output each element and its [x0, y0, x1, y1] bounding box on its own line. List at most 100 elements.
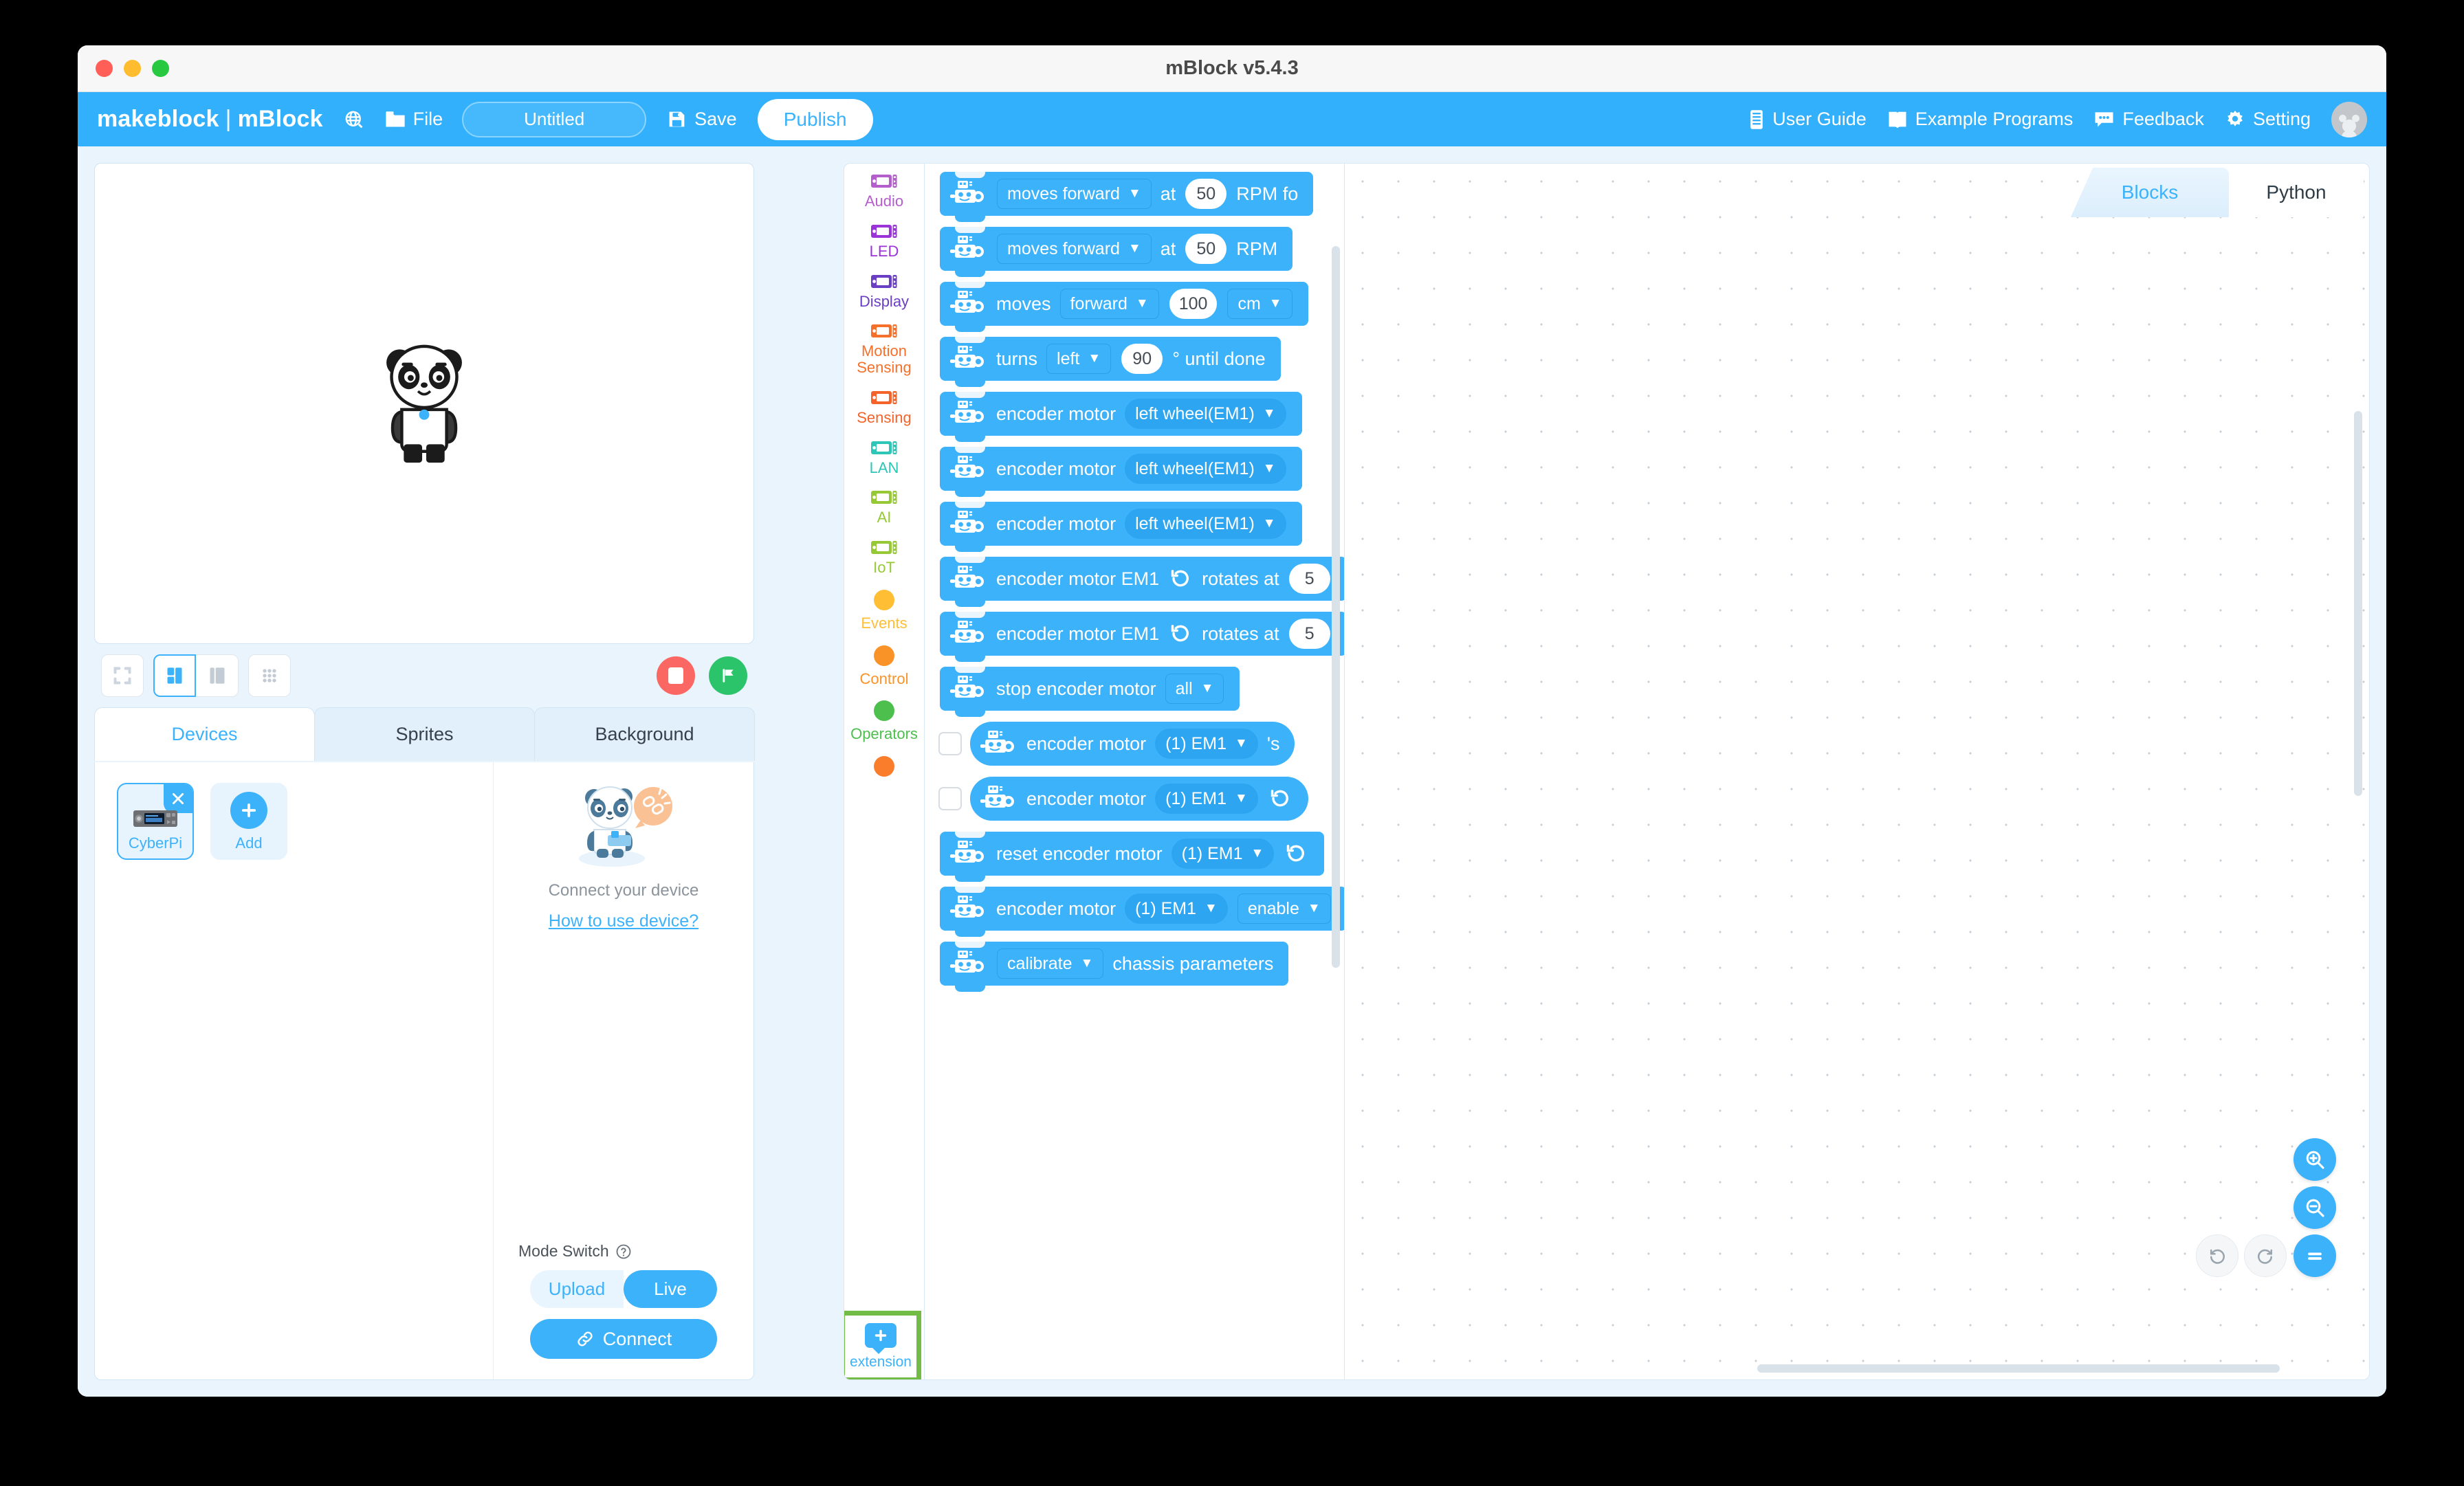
block-dropdown-field[interactable]: left wheel(EM1) ▼ — [1125, 399, 1286, 429]
tab-blocks[interactable]: Blocks — [2071, 168, 2229, 217]
mode-option-upload[interactable]: Upload — [530, 1270, 624, 1308]
blocks-palette[interactable]: moves forward ▼ at 50 RPM fo moves forward … — [925, 163, 1344, 1380]
block-number-input[interactable]: 50 — [1185, 234, 1227, 264]
publish-button[interactable]: Publish — [757, 98, 873, 140]
user-avatar[interactable] — [2331, 101, 2367, 137]
block-dropdown-field[interactable]: (1) EM1 ▼ — [1171, 839, 1275, 869]
category-item-display[interactable]: Display — [844, 264, 924, 314]
connect-button[interactable]: Connect — [530, 1319, 717, 1359]
redo-button[interactable] — [2244, 1234, 2287, 1277]
category-item-motion-sensing[interactable]: Motion Sensing — [844, 313, 924, 380]
category-item-control[interactable]: Control — [844, 636, 924, 691]
file-menu-button[interactable]: File — [385, 109, 443, 130]
large-stage-layout-button[interactable] — [196, 654, 239, 697]
block-dropdown-field[interactable]: enable ▼ — [1237, 894, 1331, 924]
block-10[interactable]: encoder motor (1) EM1 ▼ 's — [970, 722, 1295, 766]
block-dropdown-value: cm — [1238, 293, 1261, 313]
block-dropdown-field[interactable]: (1) EM1 ▼ — [1125, 894, 1228, 924]
close-window-button[interactable] — [96, 60, 113, 77]
block-dropdown-field[interactable]: moves forward ▼ — [997, 179, 1152, 209]
tab-python[interactable]: Python — [2229, 168, 2364, 217]
block-4[interactable]: encoder motor left wheel(EM1) ▼ — [940, 392, 1302, 442]
setting-button[interactable]: Setting — [2225, 109, 2311, 130]
block-number-input[interactable]: 100 — [1169, 289, 1218, 319]
zoom-reset-button[interactable] — [2294, 1234, 2336, 1277]
feedback-button[interactable]: Feedback — [2093, 109, 2204, 130]
category-item-operators[interactable]: Operators — [844, 691, 924, 746]
stop-button[interactable] — [657, 656, 695, 695]
example-programs-button[interactable]: Example Programs — [1887, 109, 2073, 130]
document-icon — [1748, 109, 1765, 130]
block-3[interactable]: turns left ▼ 90 ° until done — [940, 337, 1281, 387]
block-14[interactable]: calibrate ▼ chassis parameters — [940, 942, 1289, 992]
zoom-out-button[interactable] — [2294, 1186, 2336, 1229]
project-name-input[interactable] — [462, 101, 647, 137]
help-icon[interactable] — [615, 1243, 632, 1260]
workspace-scrollbar-vertical[interactable] — [2354, 411, 2362, 796]
category-item-events[interactable]: Events — [844, 580, 924, 636]
block-text: encoder motor — [996, 403, 1116, 424]
block-1[interactable]: moves forward ▼ at 50 RPM — [940, 227, 1293, 277]
language-globe-button[interactable] — [344, 109, 364, 130]
block-dropdown-field[interactable]: left ▼ — [1046, 344, 1112, 374]
undo-button[interactable] — [2196, 1234, 2238, 1277]
code-workspace[interactable]: Blocks Python — [1344, 163, 2370, 1380]
block-8[interactable]: encoder motor EM1 rotates at 5 — [940, 612, 1344, 662]
grid-layout-button[interactable] — [248, 654, 291, 697]
block-2[interactable]: moves forward ▼ 100 cm ▼ — [940, 282, 1308, 332]
category-item-lan[interactable]: LAN — [844, 430, 924, 480]
category-item-audio[interactable]: Audio — [844, 164, 924, 214]
block-13[interactable]: encoder motor (1) EM1 ▼ enable ▼ — [940, 887, 1344, 937]
block-dropdown-field[interactable]: forward ▼ — [1059, 289, 1159, 319]
category-item-sensing[interactable]: Sensing — [844, 380, 924, 430]
block-dropdown-field[interactable]: all ▼ — [1165, 674, 1224, 704]
category-item-more[interactable] — [844, 746, 924, 781]
block-monitor-checkbox[interactable] — [938, 787, 962, 810]
zoom-out-icon — [2306, 1199, 2324, 1217]
extension-button[interactable]: extension — [844, 1311, 921, 1379]
workspace-scrollbar-horizontal[interactable] — [1757, 1364, 2280, 1373]
tab-devices[interactable]: Devices — [94, 707, 315, 761]
stage-area[interactable] — [94, 163, 754, 644]
add-device-card[interactable]: Add — [210, 783, 287, 860]
tab-background[interactable]: Background — [534, 707, 755, 761]
category-item-iot[interactable]: IoT — [844, 530, 924, 580]
block-dropdown-field[interactable]: (1) EM1 ▼ — [1155, 784, 1258, 814]
minimize-window-button[interactable] — [124, 60, 141, 77]
block-monitor-checkbox[interactable] — [938, 732, 962, 755]
category-item-led[interactable]: LED — [844, 214, 924, 264]
block-dropdown-field[interactable]: calibrate ▼ — [997, 949, 1104, 979]
block-9[interactable]: stop encoder motor all ▼ — [940, 667, 1240, 717]
palette-block-row: stop encoder motor all ▼ — [925, 667, 1344, 717]
mode-option-live[interactable]: Live — [624, 1270, 717, 1308]
category-item-ai[interactable]: AI — [844, 480, 924, 530]
maximize-window-button[interactable] — [152, 60, 169, 77]
how-to-use-device-link[interactable]: How to use device? — [549, 911, 698, 931]
tab-sprites[interactable]: Sprites — [314, 707, 535, 761]
block-11[interactable]: encoder motor (1) EM1 ▼ — [970, 777, 1308, 821]
block-number-input[interactable]: 5 — [1288, 564, 1330, 594]
user-guide-button[interactable]: User Guide — [1748, 109, 1867, 130]
device-card-cyberpi[interactable]: CyberPi — [117, 783, 194, 860]
block-number-input[interactable]: 50 — [1185, 179, 1227, 209]
block-5[interactable]: encoder motor left wheel(EM1) ▼ — [940, 447, 1302, 497]
block-number-input[interactable]: 5 — [1288, 619, 1330, 649]
palette-scrollbar-vertical[interactable] — [1332, 246, 1340, 968]
block-dropdown-field[interactable]: left wheel(EM1) ▼ — [1125, 454, 1286, 484]
block-6[interactable]: encoder motor left wheel(EM1) ▼ — [940, 502, 1302, 552]
panda-sprite[interactable] — [373, 338, 476, 469]
fullscreen-layout-button[interactable] — [101, 654, 144, 697]
block-0[interactable]: moves forward ▼ at 50 RPM fo — [940, 172, 1314, 222]
block-7[interactable]: encoder motor EM1 rotates at 5 — [940, 557, 1344, 607]
save-button[interactable]: Save — [667, 109, 737, 130]
small-stage-layout-button[interactable] — [153, 654, 196, 697]
block-dropdown-field[interactable]: moves forward ▼ — [997, 234, 1152, 264]
zoom-in-button[interactable] — [2294, 1138, 2336, 1181]
block-dropdown-field[interactable]: cm ▼ — [1227, 289, 1292, 319]
block-dropdown-field[interactable]: (1) EM1 ▼ — [1155, 729, 1258, 759]
green-flag-button[interactable] — [709, 656, 747, 695]
block-12[interactable]: reset encoder motor (1) EM1 ▼ — [940, 832, 1325, 882]
mode-toggle[interactable]: Upload Live — [530, 1270, 717, 1308]
block-dropdown-field[interactable]: left wheel(EM1) ▼ — [1125, 509, 1286, 539]
block-number-input[interactable]: 90 — [1121, 344, 1163, 374]
